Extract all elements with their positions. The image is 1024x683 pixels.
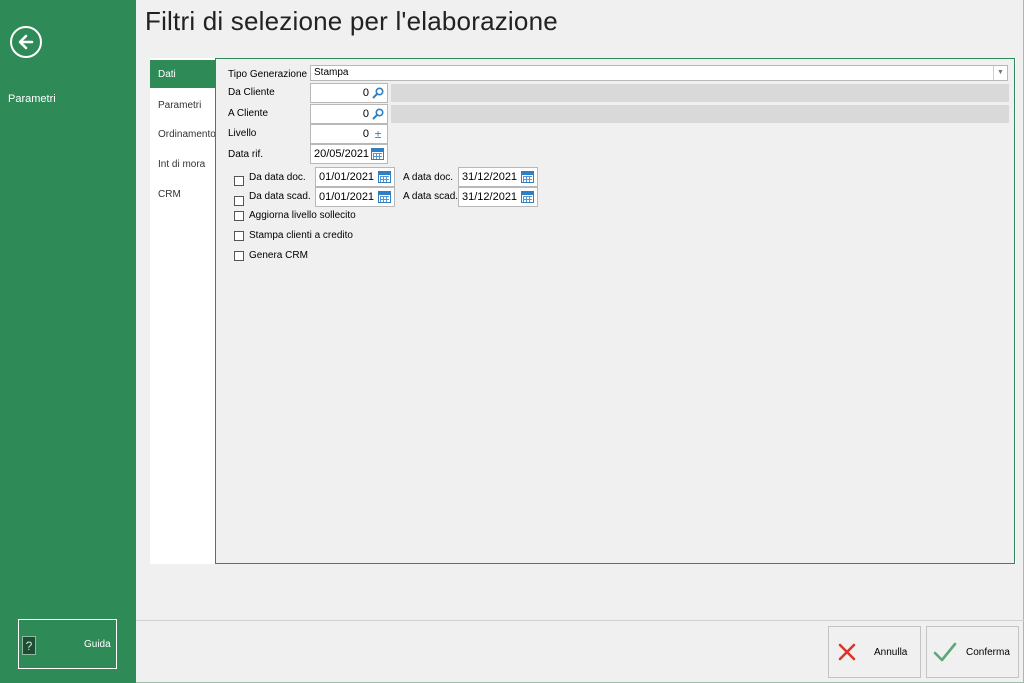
da-data-scad-input[interactable]: 01/01/2021 — [315, 187, 395, 207]
data-rif-value: 20/05/2021 — [314, 148, 370, 160]
tab-list: Dati Parametri Ordinamento Int di mora C… — [150, 58, 216, 564]
a-data-scad-label: A data scad. — [403, 191, 459, 202]
confirm-button[interactable]: Conferma — [926, 626, 1019, 678]
a-data-doc-value: 31/12/2021 — [462, 171, 518, 183]
close-icon — [838, 643, 856, 661]
aggiorna-livello-label: Aggiorna livello sollecito — [249, 210, 356, 221]
calendar-icon[interactable] — [521, 171, 534, 183]
calendar-icon[interactable] — [521, 191, 534, 203]
chevron-down-icon[interactable]: ▼ — [993, 66, 1007, 80]
livello-stepper[interactable]: 0 ± — [310, 124, 388, 144]
page-title: Filtri di selezione per l'elaborazione — [145, 6, 558, 36]
stampa-clienti-label: Stampa clienti a credito — [249, 230, 353, 241]
cancel-button[interactable]: Annulla — [828, 626, 921, 678]
plus-minus-icon[interactable]: ± — [372, 127, 384, 141]
back-button[interactable] — [10, 26, 42, 58]
a-cliente-description — [391, 105, 1009, 123]
calendar-icon[interactable] — [378, 171, 391, 183]
calendar-icon[interactable] — [378, 191, 391, 203]
help-label: Guida — [84, 639, 111, 650]
cancel-label: Annulla — [874, 647, 908, 658]
da-data-scad-label: Da data scad. — [249, 191, 311, 202]
a-data-doc-label: A data doc. — [403, 172, 454, 183]
tipo-generazione-label: Tipo Generazione — [228, 69, 308, 80]
sidebar: Parametri ? Guida — [0, 0, 136, 683]
search-icon[interactable] — [372, 86, 384, 100]
data-rif-input[interactable]: 20/05/2021 — [310, 144, 388, 164]
a-cliente-input[interactable]: 0 — [310, 104, 388, 124]
a-cliente-value: 0 — [362, 108, 369, 120]
arrow-left-icon — [18, 34, 34, 50]
aggiorna-livello-checkbox[interactable] — [234, 211, 244, 221]
main-area: Filtri di selezione per l'elaborazione D… — [136, 0, 1024, 683]
tab-dati[interactable]: Dati — [150, 60, 216, 88]
da-data-scad-checkbox[interactable] — [234, 196, 244, 206]
tab-ordinamento[interactable]: Ordinamento — [150, 120, 216, 148]
tab-int-di-mora[interactable]: Int di mora — [150, 150, 216, 178]
stampa-clienti-checkbox[interactable] — [234, 231, 244, 241]
calendar-icon[interactable] — [371, 148, 384, 160]
a-data-doc-input[interactable]: 31/12/2021 — [458, 167, 538, 187]
genera-crm-label: Genera CRM — [249, 250, 308, 261]
da-cliente-value: 0 — [362, 87, 369, 99]
data-rif-label: Data rif. — [228, 149, 264, 160]
da-data-doc-value: 01/01/2021 — [319, 171, 375, 183]
da-data-doc-checkbox[interactable] — [234, 176, 244, 186]
footer-divider — [136, 620, 1024, 621]
livello-label: Livello — [228, 128, 257, 139]
genera-crm-checkbox[interactable] — [234, 251, 244, 261]
tipo-generazione-value: Stampa — [314, 67, 349, 78]
a-cliente-label: A Cliente — [228, 108, 269, 119]
confirm-label: Conferma — [966, 647, 1010, 658]
tab-crm[interactable]: CRM — [150, 180, 216, 208]
sidebar-item-parametri[interactable]: Parametri — [8, 93, 56, 105]
da-data-doc-label: Da data doc. — [249, 172, 306, 183]
tab-panel: Dati Parametri Ordinamento Int di mora C… — [150, 58, 1016, 564]
da-data-doc-input[interactable]: 01/01/2021 — [315, 167, 395, 187]
tab-parametri[interactable]: Parametri — [150, 91, 216, 119]
da-cliente-input[interactable]: 0 — [310, 83, 388, 103]
checkmark-icon — [933, 642, 957, 662]
da-cliente-label: Da Cliente — [228, 87, 275, 98]
help-button[interactable]: ? Guida — [18, 619, 117, 669]
a-data-scad-value: 31/12/2021 — [462, 191, 518, 203]
a-data-scad-input[interactable]: 31/12/2021 — [458, 187, 538, 207]
search-icon[interactable] — [372, 107, 384, 121]
livello-value: 0 — [362, 128, 369, 140]
tipo-generazione-select[interactable]: Stampa ▼ — [310, 65, 1008, 81]
da-cliente-description — [391, 84, 1009, 102]
tab-content-dati: Tipo Generazione Stampa ▼ Da Cliente 0 A… — [215, 58, 1015, 564]
help-book-icon: ? — [22, 636, 36, 655]
da-data-scad-value: 01/01/2021 — [319, 191, 375, 203]
